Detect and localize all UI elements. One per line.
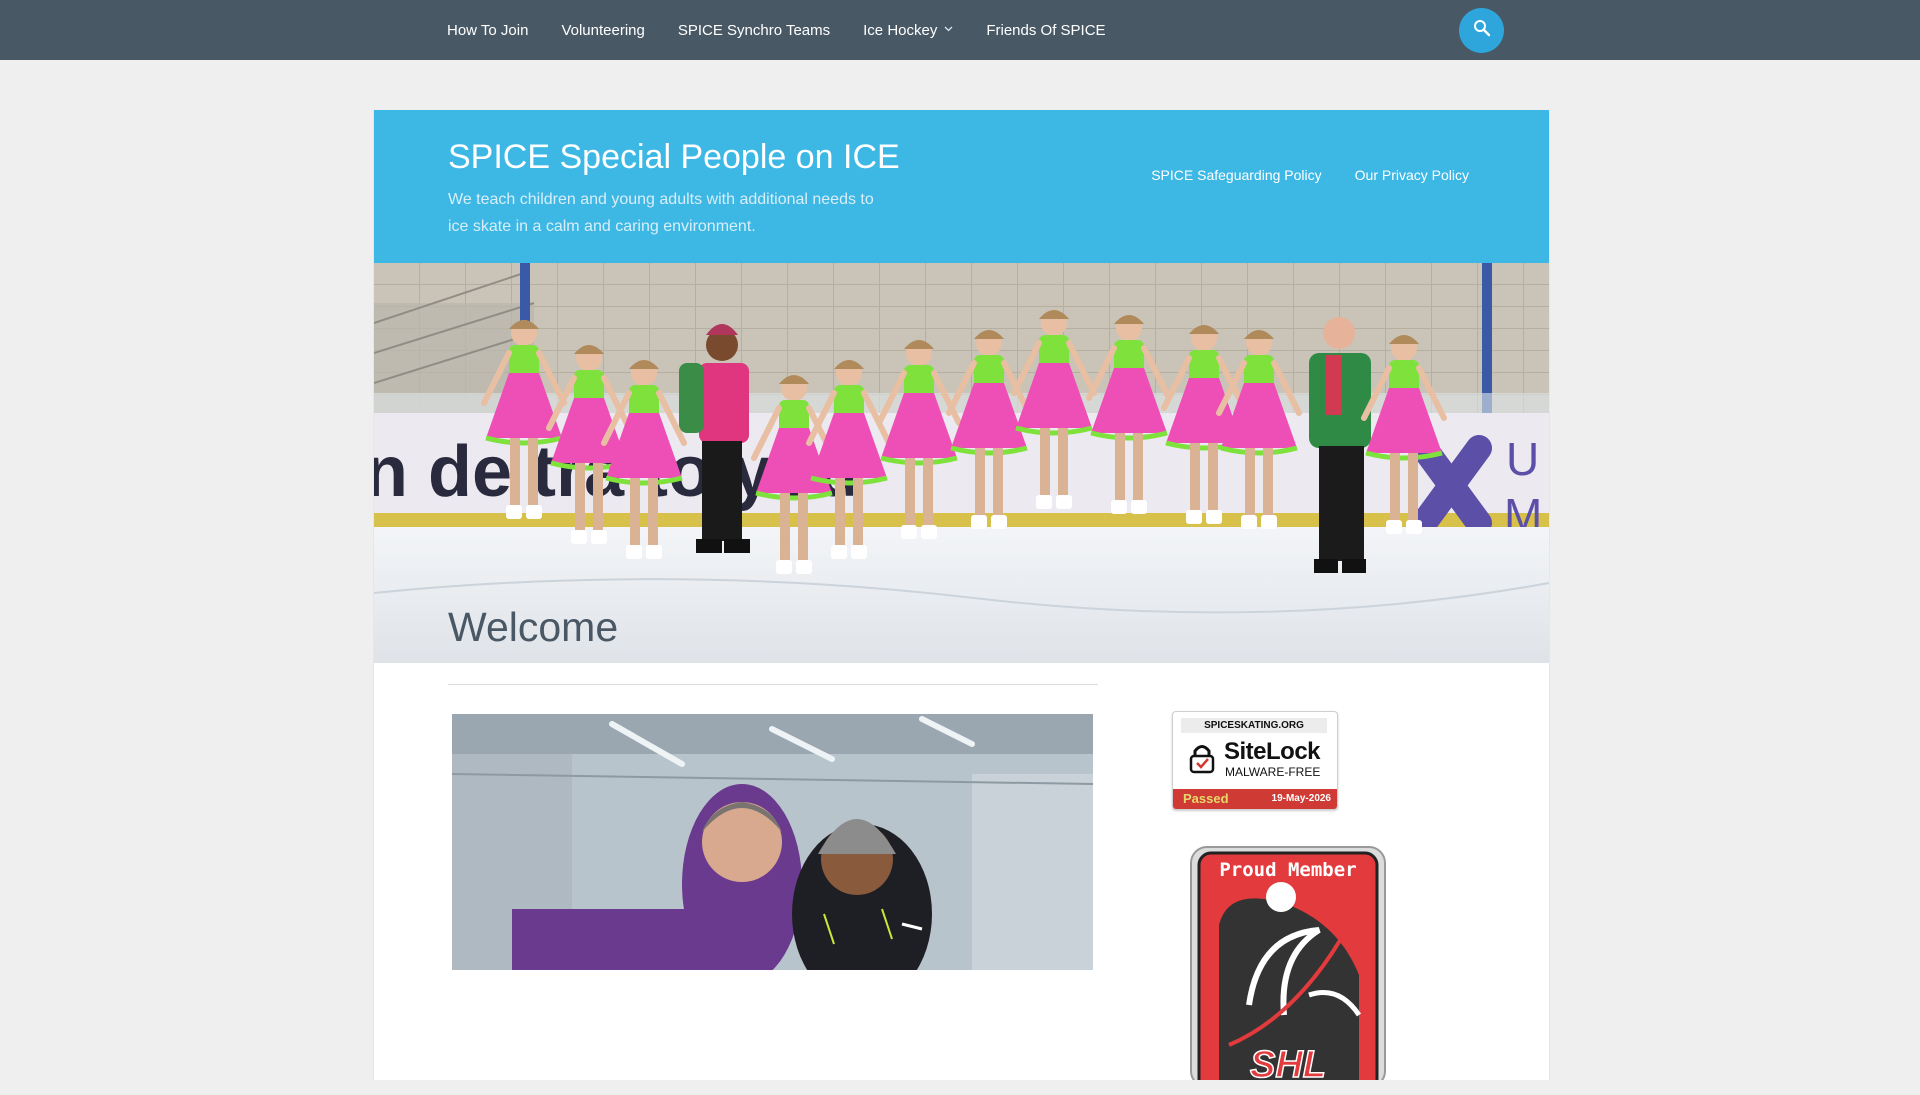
chevron-down-icon xyxy=(944,25,953,35)
nav-item-label: Ice Hockey xyxy=(863,21,938,39)
sitelock-date: 19-May-2026 xyxy=(1271,793,1331,804)
badge-logo-letters: SHL xyxy=(1250,1044,1326,1080)
proud-member-badge[interactable]: SHL Proud Member xyxy=(1189,845,1387,1095)
proud-member-text: Proud Member xyxy=(1219,859,1357,881)
header-banner-image: n de tra to you U M xyxy=(374,263,1549,663)
nav-item-label: How To Join xyxy=(447,21,529,39)
nav-item-ice-hockey[interactable]: Ice Hockey xyxy=(863,22,953,39)
search-icon xyxy=(1473,19,1491,42)
privacy-policy-link[interactable]: Our Privacy Policy xyxy=(1355,167,1469,183)
sitelock-brand: SiteLock xyxy=(1224,738,1321,765)
lock-icon xyxy=(1188,742,1216,779)
nav-item-synchro-teams[interactable]: SPICE Synchro Teams xyxy=(678,22,830,39)
safeguarding-policy-link[interactable]: SPICE Safeguarding Policy xyxy=(1151,167,1321,183)
search-button[interactable] xyxy=(1459,8,1504,53)
site-description: We teach children and young adults with … xyxy=(448,191,874,235)
welcome-photo xyxy=(452,714,1093,970)
sitelock-badge[interactable]: SPICESKATING.ORG SiteLock MALWARE-FREE P… xyxy=(1172,711,1338,810)
nav-item-label: Friends Of SPICE xyxy=(986,21,1106,39)
sitelock-status: Passed xyxy=(1183,791,1229,806)
page-container: SPICE Special People on ICE We teach chi… xyxy=(373,110,1550,1095)
nav-item-label: SPICE Synchro Teams xyxy=(677,21,831,39)
top-navigation-bar: How To Join Volunteering SPICE Synchro T… xyxy=(0,0,1920,60)
site-header: SPICE Special People on ICE We teach chi… xyxy=(374,110,1549,263)
title-divider xyxy=(448,684,1098,685)
nav-item-friends-of-spice[interactable]: Friends Of SPICE xyxy=(986,22,1105,39)
header-menu: SPICE Safeguarding Policy Our Privacy Po… xyxy=(1118,167,1469,183)
nav-item-how-to-join[interactable]: How To Join xyxy=(447,22,528,39)
sitelock-subtitle: MALWARE-FREE xyxy=(1225,765,1321,779)
nav-item-label: Volunteering xyxy=(561,21,645,39)
page-title: Welcome xyxy=(448,604,619,650)
nav-item-volunteering[interactable]: Volunteering xyxy=(561,22,644,39)
sitelock-status-bar: Passed 19-May-2026 xyxy=(1173,789,1337,809)
primary-menu: How To Join Volunteering SPICE Synchro T… xyxy=(447,0,1139,60)
sitelock-domain: SPICESKATING.ORG xyxy=(1181,718,1327,733)
svg-text:U: U xyxy=(1506,433,1539,485)
site-title[interactable]: SPICE Special People on ICE xyxy=(448,138,900,177)
